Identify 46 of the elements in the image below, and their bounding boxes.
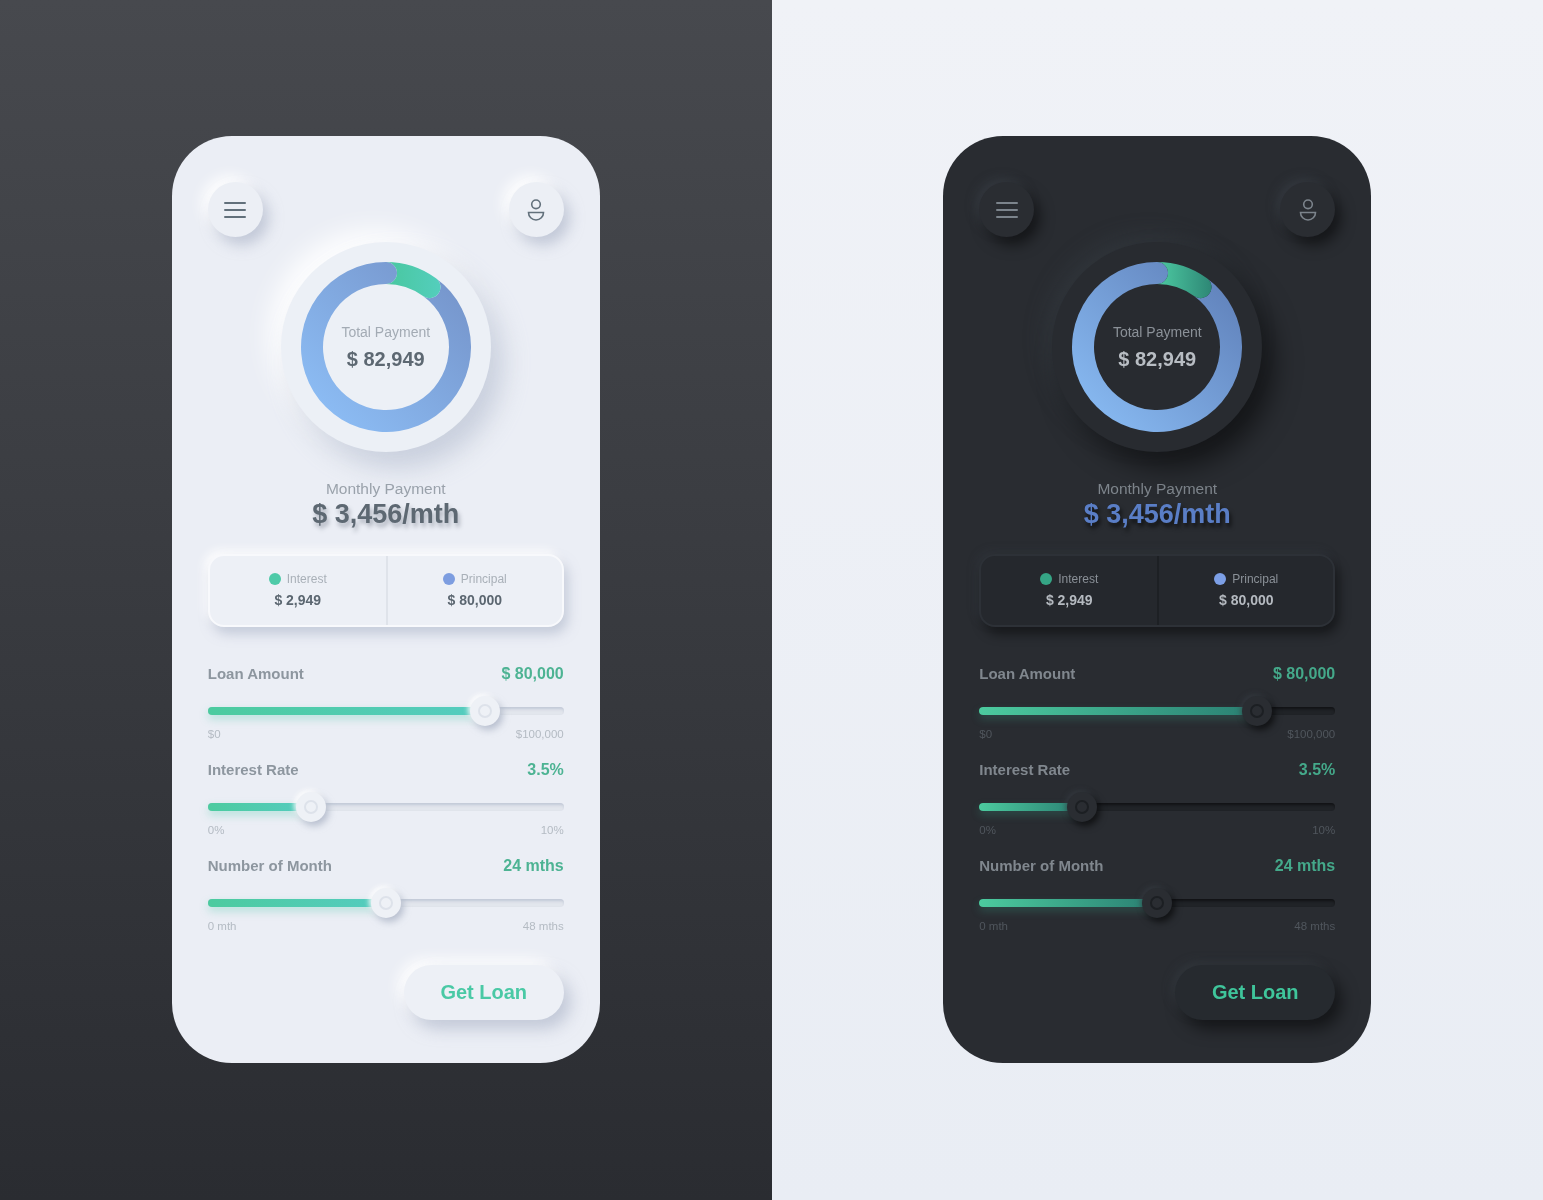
slider-value: 24 mths <box>1274 856 1336 876</box>
slider-label: Loan Amount <box>979 664 1076 684</box>
legend-label: Interest <box>1058 572 1099 586</box>
slider-track[interactable] <box>207 792 564 822</box>
legend-value: $ 80,000 <box>447 592 502 609</box>
slider-thumb[interactable] <box>470 696 501 726</box>
slider-label: Loan Amount <box>207 664 304 684</box>
slider-label: Number of Month <box>979 856 1104 876</box>
slider-thumb[interactable] <box>296 792 326 822</box>
user-icon <box>1298 198 1317 221</box>
slider-thumb[interactable] <box>370 888 401 918</box>
slider-value: 3.5% <box>527 760 564 780</box>
menu-icon <box>995 201 1018 218</box>
slider-track[interactable] <box>979 888 1336 918</box>
slider-value: $ 80,000 <box>501 664 564 684</box>
total-payment-label: Total Payment <box>341 323 431 341</box>
get-loan-button[interactable]: Get Loan <box>1175 965 1336 1020</box>
legend-label: Principal <box>460 572 507 586</box>
menu-icon <box>224 201 247 218</box>
slider-label: Interest Rate <box>207 760 299 780</box>
slider-thumb[interactable] <box>1067 792 1098 822</box>
slider-thumb[interactable] <box>1142 888 1173 918</box>
slider-value: 24 mths <box>503 856 564 876</box>
slider-value: 3.5% <box>1298 760 1336 780</box>
slider-label: Interest Rate <box>979 760 1071 780</box>
total-payment-label: Total Payment <box>1112 323 1202 341</box>
monthly-payment-label: Monthly Payment <box>1097 480 1218 498</box>
slider-thumb[interactable] <box>1241 696 1272 726</box>
monthly-payment-label: Monthly Payment <box>325 480 446 498</box>
legend-value: $ 80,000 <box>1219 592 1274 609</box>
slider-value: $ 80,000 <box>1272 664 1336 684</box>
total-payment-value: $ 82,949 <box>346 346 425 371</box>
legend-value: $ 2,949 <box>274 592 322 609</box>
slider-label: Number of Month <box>207 856 332 876</box>
interest-slice <box>1157 262 1212 299</box>
legend-label: Principal <box>1232 572 1279 586</box>
total-payment-value: $ 82,949 <box>1118 346 1197 371</box>
slider-track[interactable] <box>207 888 564 918</box>
monthly-payment-value: $ 3,456/mth <box>312 498 460 530</box>
slider-track[interactable] <box>207 696 564 726</box>
legend-label: Interest <box>286 572 327 586</box>
legend-value: $ 2,949 <box>1045 592 1093 609</box>
slider-track[interactable] <box>979 696 1336 726</box>
monthly-payment-value: $ 3,456/mth <box>1083 498 1231 530</box>
user-icon <box>527 198 546 221</box>
slider-track[interactable] <box>979 792 1336 822</box>
